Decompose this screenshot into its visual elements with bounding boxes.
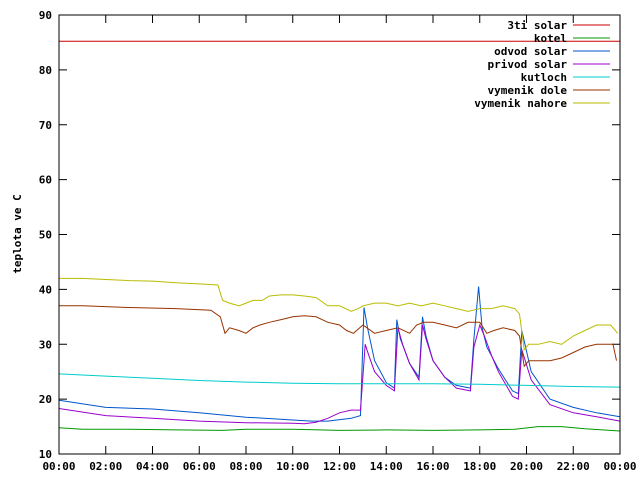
y-tick-label: 30 xyxy=(39,338,52,351)
y-tick-label: 90 xyxy=(39,9,52,22)
x-tick-label: 16:00 xyxy=(416,460,449,473)
x-tick-label: 08:00 xyxy=(229,460,262,473)
y-tick-label: 40 xyxy=(39,283,52,296)
x-tick-label: 14:00 xyxy=(370,460,403,473)
x-tick-label: 00:00 xyxy=(42,460,75,473)
legend-label: kotel xyxy=(534,32,567,45)
x-tick-label: 00:00 xyxy=(603,460,636,473)
y-axis-label: teplota ve C xyxy=(11,194,24,273)
legend-label: 3ti solar xyxy=(507,19,567,32)
legend-label: kutloch xyxy=(521,71,567,84)
x-tick-label: 22:00 xyxy=(557,460,590,473)
y-tick-label: 20 xyxy=(39,393,52,406)
line-chart: 10203040506070809000:00 02:00 04:00 06:00 08… xyxy=(0,0,640,480)
x-tick-label: 06:00 xyxy=(183,460,216,473)
x-tick-label: 10:00 xyxy=(276,460,309,473)
y-tick-label: 60 xyxy=(39,174,52,187)
legend-label: odvod solar xyxy=(494,45,567,58)
x-tick-label: 20:00 xyxy=(510,460,543,473)
x-tick-label: 18:00 xyxy=(463,460,496,473)
x-tick-label: 04:00 xyxy=(136,460,169,473)
legend-label: vymenik dole xyxy=(488,84,568,97)
legend-label: privod solar xyxy=(488,58,568,71)
legend-label: vymenik nahore xyxy=(474,97,567,110)
y-tick-label: 80 xyxy=(39,64,52,77)
x-tick-label: 02:00 xyxy=(89,460,122,473)
x-tick-label: 12:00 xyxy=(323,460,356,473)
y-tick-label: 70 xyxy=(39,119,52,132)
y-tick-label: 50 xyxy=(39,229,52,242)
